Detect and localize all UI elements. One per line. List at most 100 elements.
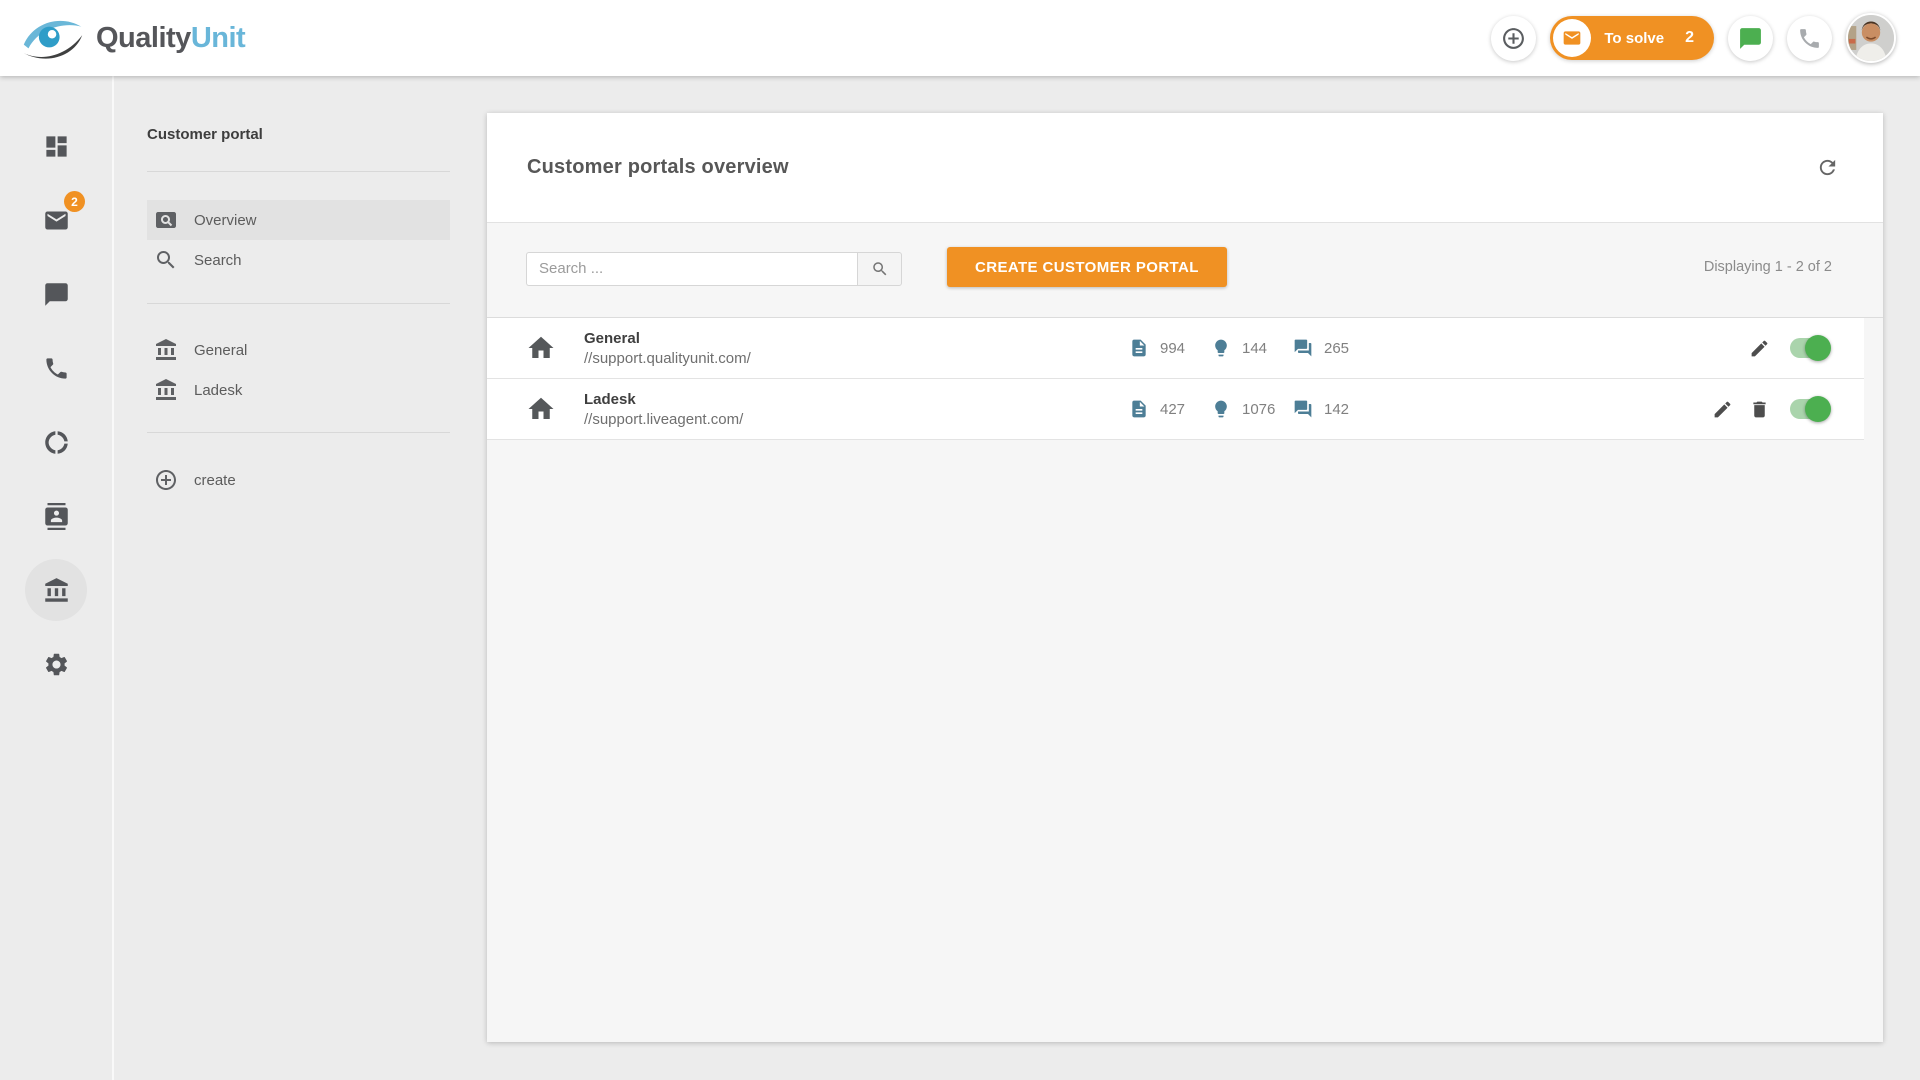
- phone-button[interactable]: [1787, 15, 1832, 61]
- submenu-title: Customer portal: [147, 126, 263, 143]
- divider: [147, 432, 450, 433]
- delete-button[interactable]: [1749, 399, 1770, 420]
- lightbulb-icon: [1215, 339, 1227, 357]
- portal-name: General: [584, 329, 640, 347]
- portal-actions: [1712, 396, 1831, 422]
- sidebar-item-calls[interactable]: [0, 331, 112, 405]
- add-button[interactable]: [1491, 15, 1537, 61]
- articles-count: 427: [1160, 400, 1186, 418]
- portal-url: //support.qualityunit.com/: [584, 349, 751, 367]
- sidebar-item-tickets[interactable]: 2: [0, 183, 112, 257]
- sidebar-item-reports[interactable]: [0, 405, 112, 479]
- refresh-icon: [1819, 159, 1836, 176]
- forum-count: 265: [1324, 339, 1350, 357]
- divider: [147, 171, 450, 172]
- edit-pencil-icon: [1751, 340, 1768, 356]
- contacts-icon: [44, 502, 68, 530]
- sidebar-item-customer-portal[interactable]: [0, 553, 112, 627]
- toggle-knob: [1805, 335, 1831, 361]
- trash-icon: [1753, 401, 1766, 417]
- suggestions-count: 144: [1242, 339, 1268, 357]
- page-title: Customer portals overview: [527, 156, 789, 178]
- toggle-knob: [1805, 396, 1831, 422]
- article-icon: [1132, 339, 1146, 357]
- lightbulb-icon: [1215, 400, 1227, 418]
- portal-enabled-toggle[interactable]: [1790, 396, 1831, 422]
- add-circle-icon: [156, 470, 176, 490]
- brand-name: QualityUnit: [96, 21, 246, 54]
- phone-icon: [1800, 28, 1819, 48]
- content-area: 2 Customer portal Overview Search Genera…: [0, 76, 1920, 1080]
- dashboard-icon: [45, 135, 67, 157]
- sidebar-item-settings[interactable]: [0, 627, 112, 701]
- forum-count: 142: [1324, 400, 1350, 418]
- bank-icon: [156, 339, 176, 360]
- to-solve-label: To solve: [1604, 29, 1665, 47]
- customer-portals-panel: Customer portals overview CREATE CUSTOME…: [487, 113, 1883, 1042]
- portal-list: General //support.qualityunit.com/ 994 1…: [487, 317, 1883, 440]
- portal-actions: [1749, 335, 1831, 361]
- bank-icon: [156, 379, 176, 400]
- search-icon: [157, 251, 175, 269]
- portal-row-general[interactable]: General //support.qualityunit.com/ 994 1…: [487, 318, 1864, 379]
- pageview-icon: [156, 212, 176, 228]
- envelope-icon: [1553, 19, 1592, 57]
- submenu-item-portal-general[interactable]: General: [147, 330, 450, 370]
- home-icon: [528, 397, 554, 419]
- divider: [147, 303, 450, 304]
- portal-url: //support.liveagent.com/: [584, 410, 744, 428]
- stat-suggestions: 144: [1211, 338, 1293, 358]
- submenu-item-search[interactable]: Search: [147, 240, 450, 280]
- customer-portal-menu: Customer portal Overview Search General …: [114, 76, 474, 1080]
- customer-portal-bank-icon: [44, 577, 68, 602]
- reports-donut-icon: [44, 430, 68, 454]
- phone-icon: [45, 357, 67, 379]
- stat-suggestions: 1076: [1211, 399, 1293, 419]
- submenu-item-label: General: [194, 341, 248, 359]
- article-icon: [1132, 400, 1146, 418]
- edit-button[interactable]: [1712, 399, 1733, 420]
- sidebar-item-chats[interactable]: [0, 257, 112, 331]
- tickets-badge: 2: [64, 191, 85, 212]
- portal-stats: 994 144 265: [1129, 338, 1349, 358]
- edit-button[interactable]: [1749, 338, 1770, 359]
- create-customer-portal-button[interactable]: CREATE CUSTOMER PORTAL: [947, 247, 1227, 287]
- stat-forum: 142: [1293, 399, 1349, 419]
- portal-name: Ladesk: [584, 390, 636, 408]
- panel-header: Customer portals overview: [487, 113, 1883, 223]
- sidebar-item-dashboard[interactable]: [0, 109, 112, 183]
- submenu-group-portals: General Ladesk: [147, 330, 450, 410]
- brand-logo: QualityUnit: [20, 14, 246, 62]
- toolbar: CREATE CUSTOMER PORTAL Displaying 1 - 2 …: [526, 247, 1832, 287]
- forum-icon: [1294, 339, 1312, 357]
- avatar[interactable]: [1846, 13, 1896, 63]
- portal-enabled-toggle[interactable]: [1790, 335, 1831, 361]
- sidebar-item-contacts[interactable]: [0, 479, 112, 553]
- portal-info: Ladesk //support.liveagent.com/: [584, 391, 1129, 428]
- portal-stats: 427 1076 142: [1129, 399, 1349, 419]
- add-icon: [1503, 27, 1525, 49]
- submenu-item-label: create: [194, 471, 236, 489]
- submenu-group-views: Overview Search: [147, 200, 450, 280]
- submenu-item-portal-ladesk[interactable]: Ladesk: [147, 370, 450, 410]
- to-solve-pill[interactable]: To solve 2: [1550, 16, 1714, 60]
- chat-button[interactable]: [1728, 15, 1773, 61]
- mail-icon: [44, 211, 68, 229]
- submenu-item-label: Ladesk: [194, 381, 243, 399]
- to-solve-count: 2: [1685, 29, 1694, 46]
- chat-icon: [1740, 27, 1761, 49]
- icon-sidebar: 2: [0, 76, 112, 1080]
- settings-gear-icon: [45, 653, 67, 675]
- search-input[interactable]: [526, 251, 857, 286]
- portal-info: General //support.qualityunit.com/: [584, 330, 1129, 367]
- submenu-item-label: Search: [194, 251, 242, 269]
- edit-pencil-icon: [1714, 401, 1731, 417]
- search-submit-button[interactable]: [857, 251, 902, 286]
- submenu-item-create[interactable]: create: [147, 460, 450, 500]
- articles-count: 994: [1160, 339, 1186, 357]
- stat-articles: 427: [1129, 399, 1211, 419]
- refresh-button[interactable]: [1816, 156, 1839, 179]
- portal-row-ladesk[interactable]: Ladesk //support.liveagent.com/ 427 1076: [487, 379, 1864, 440]
- main-area: Customer portals overview CREATE CUSTOME…: [474, 76, 1920, 1080]
- submenu-item-overview[interactable]: Overview: [147, 200, 450, 240]
